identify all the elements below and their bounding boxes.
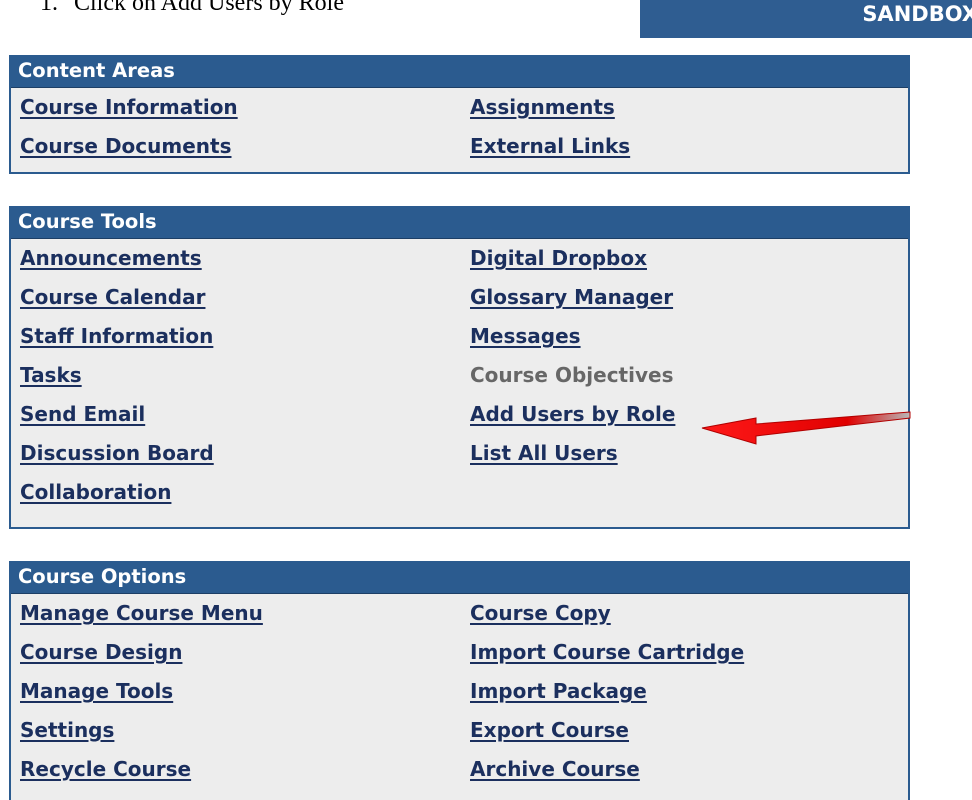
link-staff-information[interactable]: Staff Information (20, 324, 213, 348)
course-options-panel: Course Options Manage Course Menu Course… (9, 561, 910, 800)
link-announcements[interactable]: Announcements (20, 246, 202, 270)
link-course-design[interactable]: Course Design (20, 640, 182, 664)
link-course-information[interactable]: Course Information (20, 95, 238, 119)
course-options-header: Course Options (11, 563, 908, 594)
content-areas-header: Content Areas (11, 57, 908, 88)
link-course-documents[interactable]: Course Documents (20, 134, 232, 158)
sandbox-banner: SANDBOX (640, 0, 972, 38)
link-external-links[interactable]: External Links (470, 134, 630, 158)
link-glossary-manager[interactable]: Glossary Manager (470, 285, 673, 309)
sandbox-label: SANDBOX (862, 2, 972, 26)
course-tools-header: Course Tools (11, 208, 908, 239)
link-digital-dropbox[interactable]: Digital Dropbox (470, 246, 647, 270)
course-tools-panel: Course Tools Announcements Digital Dropb… (9, 206, 910, 529)
instruction-number: 1. (40, 0, 58, 16)
link-list-all-users[interactable]: List All Users (470, 441, 618, 465)
link-manage-tools[interactable]: Manage Tools (20, 679, 173, 703)
link-assignments[interactable]: Assignments (470, 95, 615, 119)
link-discussion-board[interactable]: Discussion Board (20, 441, 214, 465)
course-objectives-disabled: Course Objectives (470, 363, 674, 387)
instruction-text: 1. Click on Add Users by Role (40, 0, 344, 17)
link-send-email[interactable]: Send Email (20, 402, 145, 426)
link-messages[interactable]: Messages (470, 324, 581, 348)
content-areas-panel: Content Areas Course Information Assignm… (9, 55, 910, 174)
link-add-users-by-role[interactable]: Add Users by Role (470, 402, 675, 426)
link-settings[interactable]: Settings (20, 718, 114, 742)
link-collaboration[interactable]: Collaboration (20, 480, 171, 504)
link-recycle-course[interactable]: Recycle Course (20, 757, 191, 781)
link-course-copy[interactable]: Course Copy (470, 601, 611, 625)
link-export-course[interactable]: Export Course (470, 718, 629, 742)
instruction-label: Click on Add Users by Role (74, 0, 344, 16)
link-import-package[interactable]: Import Package (470, 679, 647, 703)
link-manage-course-menu[interactable]: Manage Course Menu (20, 601, 263, 625)
link-tasks[interactable]: Tasks (20, 363, 82, 387)
link-archive-course[interactable]: Archive Course (470, 757, 640, 781)
link-course-calendar[interactable]: Course Calendar (20, 285, 205, 309)
link-import-course-cartridge[interactable]: Import Course Cartridge (470, 640, 744, 664)
